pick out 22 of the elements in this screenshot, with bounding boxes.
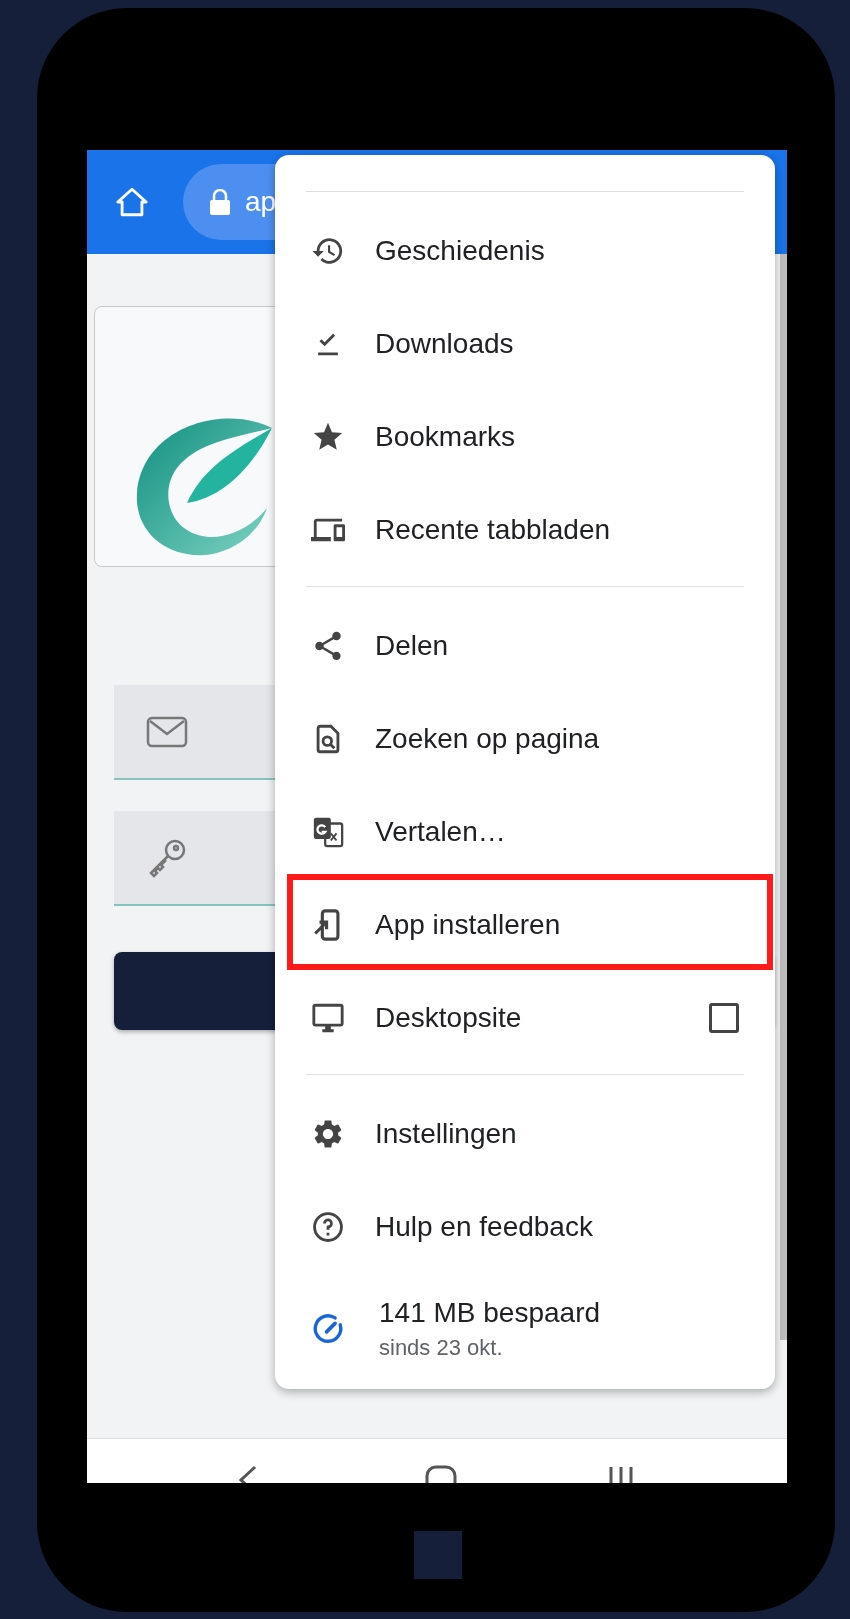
home-icon[interactable]	[115, 185, 149, 219]
menu-item[interactable]: Downloads	[275, 297, 775, 390]
data-saver-item[interactable]: 141 MB bespaard sinds 23 okt.	[275, 1273, 775, 1377]
menu-item[interactable]: Desktopsite	[275, 971, 775, 1064]
menu-item[interactable]: Hulp en feedback	[275, 1180, 775, 1273]
gauge-icon	[311, 1312, 345, 1346]
envelope-icon	[146, 715, 188, 748]
menu-item[interactable]: Vertalen…	[275, 785, 775, 878]
checkbox[interactable]	[709, 1002, 739, 1033]
saver-subtitle: sinds 23 okt.	[379, 1335, 504, 1361]
menu-item[interactable]: Instellingen	[275, 1087, 775, 1180]
menu-item[interactable]: Geschiedenis	[275, 204, 775, 297]
lock-icon	[209, 189, 231, 215]
menu-item[interactable]: Recente tabbladen	[275, 483, 775, 576]
scrollbar[interactable]	[780, 254, 787, 1340]
menu-item[interactable]: App installeren	[275, 878, 775, 971]
menu-item[interactable]: Bookmarks	[275, 390, 775, 483]
saver-title: 141 MB bespaard	[379, 1297, 601, 1329]
help-icon	[311, 1209, 345, 1244]
url-text: ap	[245, 186, 277, 218]
menu-item[interactable]: Delen	[275, 599, 775, 692]
menu-item[interactable]: Zoeken op pagina	[275, 692, 775, 785]
